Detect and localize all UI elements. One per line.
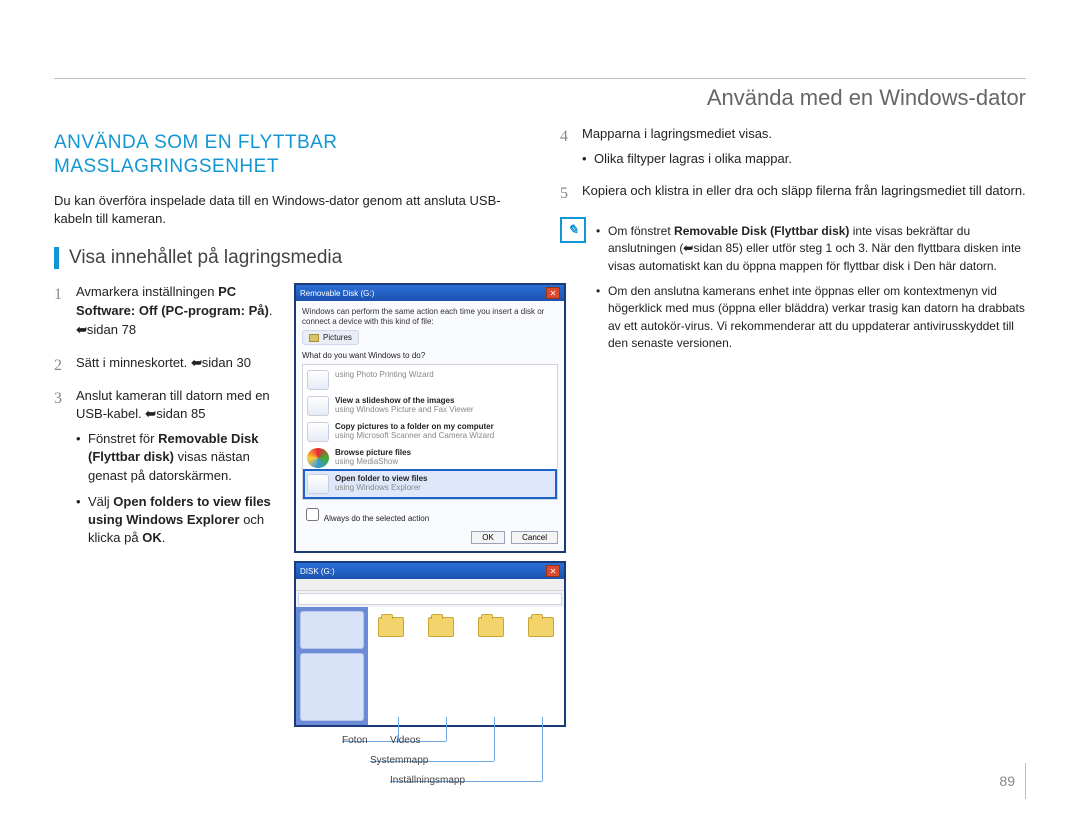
scanner-icon <box>307 422 329 442</box>
folder-icon <box>428 617 454 637</box>
option-copy-pictures[interactable]: Copy pictures to a folder on my computer… <box>305 419 555 445</box>
arrow-icon: ➥ <box>76 321 87 340</box>
callouts: Foton Videos Systemmapp Inställningsmapp <box>294 735 566 821</box>
step-5: Kopiera och klistra in eller dra och slä… <box>560 182 1026 201</box>
folder-icon <box>528 617 554 637</box>
ok-button[interactable]: OK <box>471 531 505 544</box>
arrow-icon: ➥ <box>683 240 693 257</box>
option-browse-pictures[interactable]: Browse picture filesusing MediaShow <box>305 445 555 471</box>
dialog-question: What do you want Windows to do? <box>302 351 558 360</box>
arrow-icon: ➥ <box>145 405 156 424</box>
step-3-bullet-2: Välj Open folders to view files using Wi… <box>76 493 284 548</box>
folder-open-icon <box>307 474 329 494</box>
cancel-button[interactable]: Cancel <box>511 531 558 544</box>
option-photo-printing[interactable]: using Photo Printing Wizard <box>305 367 555 393</box>
callout-foton: Foton <box>342 735 368 746</box>
sidebar-panel <box>300 653 364 721</box>
folder-item[interactable] <box>524 617 558 640</box>
removable-disk-dialog: Removable Disk (G:) ✕ Windows can perfor… <box>294 283 566 553</box>
slideshow-icon <box>307 396 329 416</box>
callout-systemmapp: Systemmapp <box>370 755 428 766</box>
explorer-title: DISK (G:) <box>300 567 546 576</box>
note-bullet-2: Om den anslutna kamerans enhet inte öppn… <box>596 283 1026 353</box>
intro-text: Du kan överföra inspelade data till en W… <box>54 192 520 230</box>
sidebar-panel <box>300 611 364 649</box>
option-slideshow[interactable]: View a slideshow of the imagesusing Wind… <box>305 393 555 419</box>
callout-installningsmapp: Inställningsmapp <box>390 775 465 786</box>
note-icon: ✎ <box>560 217 586 243</box>
arrow-icon: ➥ <box>191 354 202 373</box>
picture-icon <box>309 334 319 342</box>
explorer-toolbar <box>296 579 564 591</box>
address-bar[interactable] <box>298 593 562 605</box>
folder-icon <box>378 617 404 637</box>
always-checkbox-row[interactable]: Always do the selected action <box>302 505 558 524</box>
folder-item[interactable] <box>374 617 408 640</box>
step-3: Anslut kameran till datorn med en USB-ka… <box>54 387 284 548</box>
callout-videos: Videos <box>390 735 420 746</box>
close-icon[interactable]: ✕ <box>546 565 560 577</box>
explorer-window: DISK (G:) ✕ <box>294 561 566 727</box>
folder-item[interactable] <box>424 617 458 640</box>
file-pane <box>368 607 564 725</box>
pictures-chip: Pictures <box>302 330 359 345</box>
folder-item[interactable] <box>474 617 508 640</box>
note-bullet-1: Om fönstret Removable Disk (Flyttbar dis… <box>596 223 1026 275</box>
step-2: Sätt i minneskortet. ➥sidan 30 <box>54 354 284 373</box>
mediashow-icon <box>307 448 329 468</box>
chapter-title: Använda med en Windows-dator <box>54 85 1026 111</box>
step-3-bullet-1: Fönstret för Removable Disk (Flyttbar di… <box>76 430 284 485</box>
section-heading: ANVÄNDA SOM EN FLYTTBAR MASSLAGRINGSENHE… <box>54 131 520 179</box>
option-open-folder[interactable]: Open folder to view filesusing Windows E… <box>305 471 555 497</box>
subheading: Visa innehållet på lagringsmedia <box>54 247 520 269</box>
step-4-bullet: Olika filtyper lagras i olika mappar. <box>582 150 1026 168</box>
explorer-sidebar <box>296 607 368 725</box>
dialog-hint: Windows can perform the same action each… <box>302 307 558 326</box>
close-icon[interactable]: ✕ <box>546 287 560 299</box>
folder-icon <box>478 617 504 637</box>
page-number: 89 <box>999 773 1015 789</box>
step-1: Avmarkera inställningen PC Software: Off… <box>54 283 284 340</box>
dialog-title: Removable Disk (G:) <box>300 289 546 298</box>
wizard-icon <box>307 370 329 390</box>
page-divider <box>1025 763 1026 799</box>
step-4: Mapparna i lagringsmediet visas. Olika f… <box>560 125 1026 168</box>
always-checkbox[interactable] <box>306 508 319 521</box>
note-box: ✎ Om fönstret Removable Disk (Flyttbar d… <box>560 217 1026 361</box>
